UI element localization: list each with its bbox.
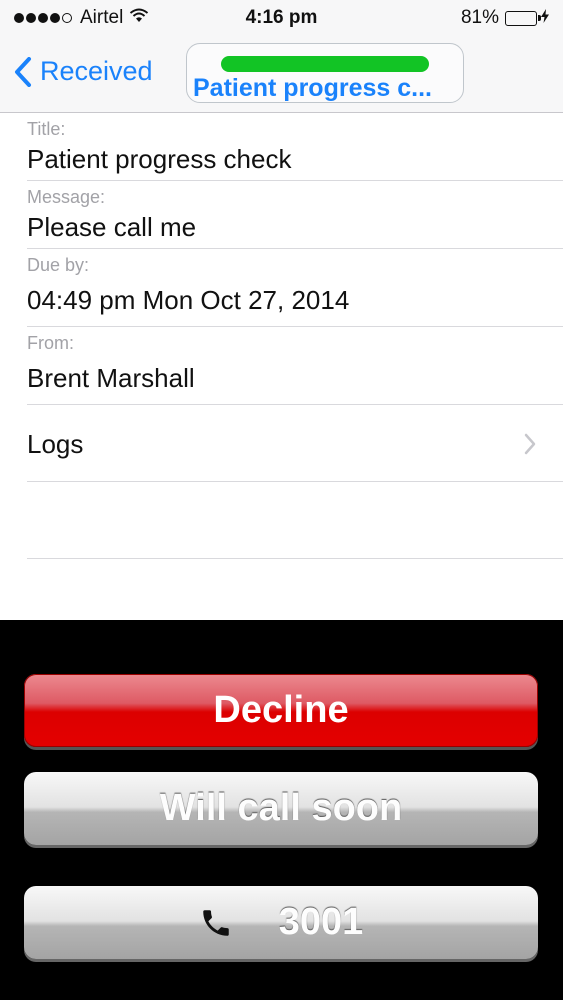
logs-row[interactable]: Logs bbox=[27, 405, 563, 482]
logs-label: Logs bbox=[27, 429, 84, 459]
from-field: From: Brent Marshall bbox=[27, 327, 563, 405]
battery-percent: 81% bbox=[460, 7, 499, 28]
due-label: Due by: bbox=[27, 255, 90, 275]
message-detail-screen: Airtel 4:16 pm 81% Received Patient prog… bbox=[0, 0, 563, 620]
title-value: Patient progress check bbox=[27, 144, 292, 174]
due-value: 04:49 pm Mon Oct 27, 2014 bbox=[27, 285, 350, 315]
call-number: 3001 bbox=[278, 901, 364, 943]
battery-icon bbox=[505, 10, 541, 26]
decline-label: Decline bbox=[213, 689, 349, 731]
chevron-right-icon bbox=[524, 433, 536, 455]
status-bar: Airtel 4:16 pm 81% bbox=[0, 0, 563, 38]
due-field: Due by: 04:49 pm Mon Oct 27, 2014 bbox=[27, 249, 563, 327]
message-field: Message: Please call me bbox=[27, 181, 563, 249]
decline-button[interactable]: Decline bbox=[24, 674, 538, 747]
title-field: Title: Patient progress check bbox=[27, 113, 563, 181]
nav-title-text: Patient progress c... bbox=[193, 74, 432, 102]
detail-list: Title: Patient progress check Message: P… bbox=[0, 113, 563, 559]
highlight-mark bbox=[221, 56, 429, 72]
nav-title: Patient progress c... bbox=[186, 43, 464, 103]
from-label: From: bbox=[27, 333, 74, 353]
empty-row bbox=[27, 482, 563, 559]
title-label: Title: bbox=[27, 119, 66, 139]
charging-bolt-icon bbox=[541, 9, 549, 27]
back-label: Received bbox=[40, 56, 153, 86]
response-actions: Decline Will call soon 3001 bbox=[0, 620, 563, 1000]
message-value: Please call me bbox=[27, 212, 197, 242]
phone-icon bbox=[199, 906, 233, 940]
will-call-soon-button[interactable]: Will call soon bbox=[24, 772, 538, 845]
back-button[interactable]: Received bbox=[14, 56, 153, 87]
will-call-soon-label: Will call soon bbox=[159, 787, 403, 829]
back-chevron-icon bbox=[15, 56, 31, 87]
from-value: Brent Marshall bbox=[27, 363, 195, 393]
navigation-bar: Received Patient progress c... bbox=[0, 38, 563, 113]
message-label: Message: bbox=[27, 187, 106, 207]
call-button[interactable]: 3001 bbox=[24, 886, 538, 959]
